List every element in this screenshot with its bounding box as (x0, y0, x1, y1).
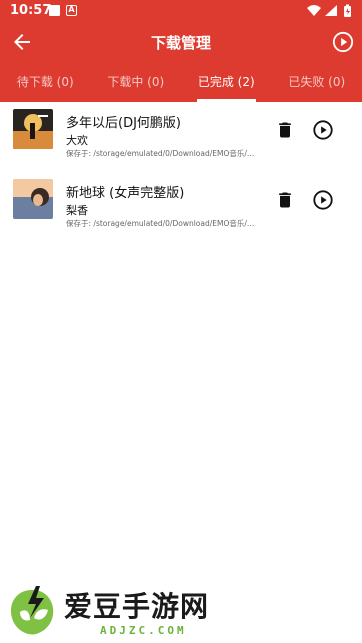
watermark: 爱豆手游网 ADJZC.COM (6, 580, 256, 640)
status-time: 10:57 (10, 3, 52, 18)
album-cover-image (13, 109, 53, 149)
list-item[interactable]: 多年以后(DJ何鹏版) 大欢 保存于: /storage/emulated/0/… (0, 102, 362, 172)
play-circle-icon[interactable] (312, 119, 334, 141)
tab-downloading[interactable]: 下载中 (0) (91, 62, 182, 102)
tab-pending[interactable]: 待下载 (0) (0, 62, 91, 102)
delete-icon[interactable] (275, 189, 295, 211)
signal-icon (325, 5, 337, 16)
song-title: 多年以后(DJ何鹏版) (66, 116, 181, 131)
watermark-url: ADJZC.COM (100, 624, 187, 637)
notification-square-icon (49, 5, 60, 16)
status-bar: 10:57 A (0, 0, 362, 22)
delete-icon[interactable] (275, 119, 295, 141)
album-cover-image (13, 179, 53, 219)
list-item[interactable]: 新地球 (女声完整版) 梨香 保存于: /storage/emulated/0/… (0, 172, 362, 242)
notification-a-icon: A (66, 5, 77, 16)
save-path: 保存于: /storage/emulated/0/Download/EMO音乐/… (66, 219, 256, 228)
song-title: 新地球 (女声完整版) (66, 186, 185, 201)
watermark-brand: 爱豆手游网 (64, 590, 210, 623)
song-artist: 大欢 (66, 134, 88, 147)
play-circle-icon[interactable] (312, 189, 334, 211)
wifi-icon (307, 5, 321, 16)
download-list: 多年以后(DJ何鹏版) 大欢 保存于: /storage/emulated/0/… (0, 102, 362, 242)
tab-completed[interactable]: 已完成 (2) (181, 62, 272, 102)
app-bar: 下载管理 (0, 22, 362, 62)
page-title: 下载管理 (150, 34, 211, 52)
watermark-logo-icon (10, 586, 54, 635)
song-artist: 梨香 (66, 204, 88, 217)
save-path: 保存于: /storage/emulated/0/Download/EMO音乐/… (66, 149, 256, 158)
tab-bar: 待下载 (0) 下载中 (0) 已完成 (2) 已失败 (0) (0, 62, 362, 102)
status-right-icons (307, 4, 351, 17)
play-circle-icon[interactable] (332, 31, 354, 53)
battery-icon (344, 4, 351, 17)
tab-failed[interactable]: 已失败 (0) (272, 62, 362, 102)
